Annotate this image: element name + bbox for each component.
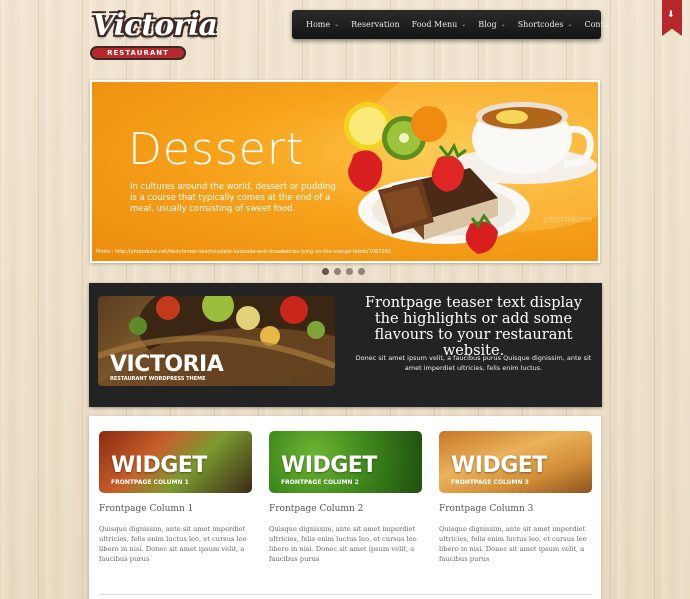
logo-name: Victoria: [92, 8, 218, 43]
frontpage-column-3: WIDGET FRONTPAGE COLUMN 3 Frontpage Colu…: [439, 431, 592, 564]
teaser-image-subtitle: RESTAURANT WORDPRESS THEME: [110, 376, 206, 382]
bookmark-icon[interactable]: ⬇: [662, 0, 682, 36]
slider-pagination: [322, 268, 365, 275]
frontpage-teaser: VICTORIA RESTAURANT WORDPRESS THEME Fron…: [89, 283, 602, 407]
column-title[interactable]: Frontpage Column 1: [99, 504, 252, 514]
widget-label: WIDGET: [451, 453, 547, 478]
frontpage-columns: WIDGET FRONTPAGE COLUMN 1 Frontpage Colu…: [89, 416, 601, 599]
column-title[interactable]: Frontpage Column 2: [269, 504, 422, 514]
widget-label: WIDGET: [281, 453, 377, 478]
arrow-down-icon: ⬇: [667, 10, 675, 20]
site-logo[interactable]: Victoria RESTAURANT: [88, 8, 218, 60]
teaser-text: Donec sit amet ipsum velit, a faucibus p…: [355, 354, 592, 372]
frontpage-column-1: WIDGET FRONTPAGE COLUMN 1 Frontpage Colu…: [99, 431, 252, 564]
nav-item-reservation[interactable]: Reservation: [351, 20, 399, 29]
column-text: Quisque dignissim, ante sit amet imperdi…: [269, 525, 417, 563]
chevron-down-icon: ⌄: [500, 21, 506, 28]
nav-item-contact-us[interactable]: Contact Us: [584, 20, 629, 29]
nav-item-label: Shortcodes: [517, 20, 564, 29]
slide-photo-credit[interactable]: Photo : http://photodune.net/item/lemon-…: [96, 249, 391, 255]
slider-dot-3[interactable]: [346, 268, 353, 275]
nav-item-label: Home: [306, 20, 331, 29]
slider-dot-4[interactable]: [358, 268, 365, 275]
widget-image-2[interactable]: WIDGET FRONTPAGE COLUMN 2: [269, 431, 422, 493]
chevron-down-icon: ⌄: [334, 21, 340, 28]
slide-description: In cultures around the world, dessert or…: [130, 182, 336, 214]
slide-dessert: photodune Dessert In cultures around the…: [92, 82, 598, 261]
frontpage-column-2: WIDGET FRONTPAGE COLUMN 2 Frontpage Colu…: [269, 431, 422, 564]
nav-item-blog[interactable]: Blog ⌄: [478, 20, 505, 29]
teaser-image-title: VICTORIA: [110, 352, 224, 377]
hero-slider[interactable]: photodune Dessert In cultures around the…: [90, 80, 600, 263]
nav-item-label: Contact Us: [584, 20, 630, 29]
widget-sublabel: FRONTPAGE COLUMN 1: [111, 479, 189, 486]
widget-image-3[interactable]: WIDGET FRONTPAGE COLUMN 3: [439, 431, 592, 493]
chevron-down-icon: ⌄: [461, 21, 467, 28]
main-nav: Home ⌄ Reservation Food Menu ⌄ Blog ⌄ Sh…: [292, 10, 630, 39]
teaser-heading: Frontpage teaser text display the highli…: [364, 295, 583, 359]
nav-item-label: Reservation: [351, 20, 400, 29]
nav-item-label: Food Menu: [411, 20, 458, 29]
svg-text:photodune: photodune: [544, 215, 593, 225]
nav-item-label: Blog: [478, 20, 497, 29]
nav-item-food-menu[interactable]: Food Menu ⌄: [412, 20, 467, 29]
slider-dot-2[interactable]: [334, 268, 341, 275]
logo-tagline: RESTAURANT: [90, 46, 186, 60]
nav-item-home[interactable]: Home ⌄: [306, 20, 339, 29]
divider: [99, 594, 591, 595]
teaser-image: VICTORIA RESTAURANT WORDPRESS THEME: [98, 296, 335, 386]
chevron-down-icon: ⌄: [567, 21, 573, 28]
slide-title: Dessert: [128, 124, 305, 175]
nav-item-shortcodes[interactable]: Shortcodes ⌄: [518, 20, 573, 29]
widget-sublabel: FRONTPAGE COLUMN 3: [451, 479, 529, 486]
column-text: Quisque dignissim, ante sit amet imperdi…: [99, 525, 247, 563]
widget-sublabel: FRONTPAGE COLUMN 2: [281, 479, 359, 486]
slider-dot-1[interactable]: [322, 268, 329, 275]
widget-label: WIDGET: [111, 453, 207, 478]
widget-image-1[interactable]: WIDGET FRONTPAGE COLUMN 1: [99, 431, 252, 493]
column-text: Quisque dignissim, ante sit amet imperdi…: [439, 525, 587, 563]
column-title[interactable]: Frontpage Column 3: [439, 504, 592, 514]
